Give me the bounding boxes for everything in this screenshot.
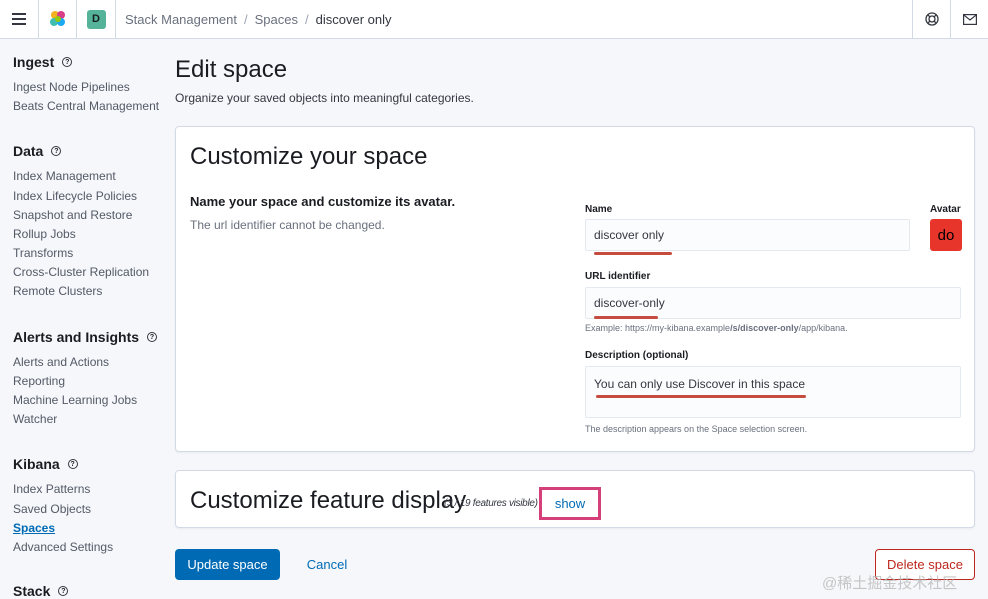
sidebar-item-index-management[interactable]: Index Management: [13, 169, 116, 183]
sidebar-item-advanced-settings[interactable]: Advanced Settings: [13, 540, 113, 554]
update-space-button[interactable]: Update space: [175, 549, 280, 580]
sidebar-group-title: Alerts and Insights: [13, 329, 140, 345]
customize-space-panel: Customize your space Name your space and…: [175, 126, 975, 452]
sidebar-item-cross-cluster-replication[interactable]: Cross-Cluster Replication: [13, 265, 149, 279]
name-field[interactable]: [585, 219, 910, 251]
help-icon[interactable]: ?: [147, 332, 158, 342]
hamburger-menu-button[interactable]: [0, 0, 39, 39]
annotation-underline: [594, 316, 658, 319]
url-identifier-label: URL identifier: [585, 271, 651, 282]
annotation-underline: [596, 395, 806, 398]
sidebar-group-title: Kibana: [13, 456, 60, 472]
sidebar-item-beats-central-management[interactable]: Beats Central Management: [13, 99, 159, 113]
cancel-button[interactable]: Cancel: [291, 549, 363, 580]
help-icon[interactable]: ?: [51, 146, 62, 156]
url-help-bold: /s/discover-only: [730, 323, 799, 333]
sidebar-item-transforms[interactable]: Transforms: [13, 246, 73, 260]
top-header: D Stack Management / Spaces / discover o…: [0, 0, 988, 39]
section-title: Name your space and customize its avatar…: [190, 194, 456, 209]
sidebar-item-machine-learning-jobs[interactable]: Machine Learning Jobs: [13, 393, 137, 407]
feature-count: (3 / 19 features visible): [444, 498, 538, 509]
sidebar-group-title: Data: [13, 143, 44, 159]
sidebar-item-index-patterns[interactable]: Index Patterns: [13, 482, 90, 496]
sidebar-group-alerts-and-insights: Alerts and Insights ?: [13, 329, 158, 345]
sidebar-item-rollup-jobs[interactable]: Rollup Jobs: [13, 227, 76, 241]
breadcrumb-spaces[interactable]: Spaces: [255, 12, 298, 27]
breadcrumb-stack-management[interactable]: Stack Management: [125, 12, 237, 27]
show-features-link[interactable]: show: [539, 487, 601, 520]
newsfeed-button[interactable]: [912, 0, 950, 39]
mail-icon: [962, 13, 977, 25]
sidebar-item-reporting[interactable]: Reporting: [13, 374, 65, 388]
name-label: Name: [585, 204, 613, 215]
sidebar-item-alerts-and-actions[interactable]: Alerts and Actions: [13, 355, 109, 369]
url-help-suffix: /app/kibana.: [798, 323, 848, 333]
sidebar-item-watcher[interactable]: Watcher: [13, 412, 57, 426]
description-help: The description appears on the Space sel…: [585, 424, 808, 434]
sidebar-item-spaces[interactable]: Spaces: [13, 521, 55, 535]
sidebar-item-index-lifecycle-policies[interactable]: Index Lifecycle Policies: [13, 189, 137, 203]
url-identifier-field[interactable]: [585, 287, 961, 319]
elastic-logo[interactable]: [39, 0, 77, 39]
elastic-logo-icon: [49, 11, 65, 26]
sidebar-group-stack: Stack ?: [13, 583, 69, 599]
mail-button[interactable]: [950, 0, 988, 39]
sidebar-group-title: Stack: [13, 583, 51, 599]
sidebar-group-data: Data ?: [13, 143, 62, 159]
description-field[interactable]: You can only use Discover in this space: [585, 366, 961, 418]
breadcrumb-current: discover only: [315, 11, 392, 27]
page-description: Organize your saved objects into meaning…: [175, 91, 474, 105]
space-selector[interactable]: D: [77, 0, 116, 39]
hamburger-menu-icon: [12, 13, 26, 25]
description-label: Description (optional): [585, 350, 689, 361]
avatar-label: Avatar: [930, 204, 961, 215]
breadcrumb: Stack Management / Spaces / discover onl…: [116, 12, 912, 27]
help-icon[interactable]: ?: [62, 57, 73, 67]
sidebar-item-snapshot-and-restore[interactable]: Snapshot and Restore: [13, 208, 132, 222]
sidebar-group-kibana: Kibana ?: [13, 456, 78, 472]
watermark: @稀土掘金技术社区: [822, 575, 958, 592]
customize-feature-display-panel: Customize feature display (3 / 19 featur…: [175, 470, 975, 528]
management-sidebar: Ingest ? Ingest Node Pipelines Beats Cen…: [0, 40, 165, 599]
help-icon[interactable]: ?: [67, 459, 78, 469]
space-avatar: D: [86, 9, 106, 29]
sidebar-item-ingest-node-pipelines[interactable]: Ingest Node Pipelines: [13, 80, 130, 94]
url-identifier-help: Example: https://my-kibana.example/s/dis…: [585, 323, 848, 333]
annotation-underline: [594, 252, 672, 255]
help-icon[interactable]: ?: [58, 586, 69, 596]
feature-display-title: Customize feature display: [190, 487, 467, 514]
section-subtitle: The url identifier cannot be changed.: [190, 218, 385, 232]
sidebar-group-title: Ingest: [13, 54, 55, 70]
url-help-prefix: Example: https://my-kibana.example: [585, 323, 731, 333]
space-avatar-preview[interactable]: do: [930, 219, 962, 251]
panel-title: Customize your space: [190, 143, 428, 170]
page-title: Edit space: [175, 56, 288, 83]
sidebar-group-ingest: Ingest ?: [13, 54, 73, 70]
breadcrumb-separator: /: [244, 11, 248, 27]
breadcrumb-separator: /: [305, 11, 309, 27]
sidebar-item-saved-objects[interactable]: Saved Objects: [13, 502, 91, 516]
sidebar-item-remote-clusters[interactable]: Remote Clusters: [13, 284, 102, 298]
newsfeed-icon: [924, 12, 939, 26]
